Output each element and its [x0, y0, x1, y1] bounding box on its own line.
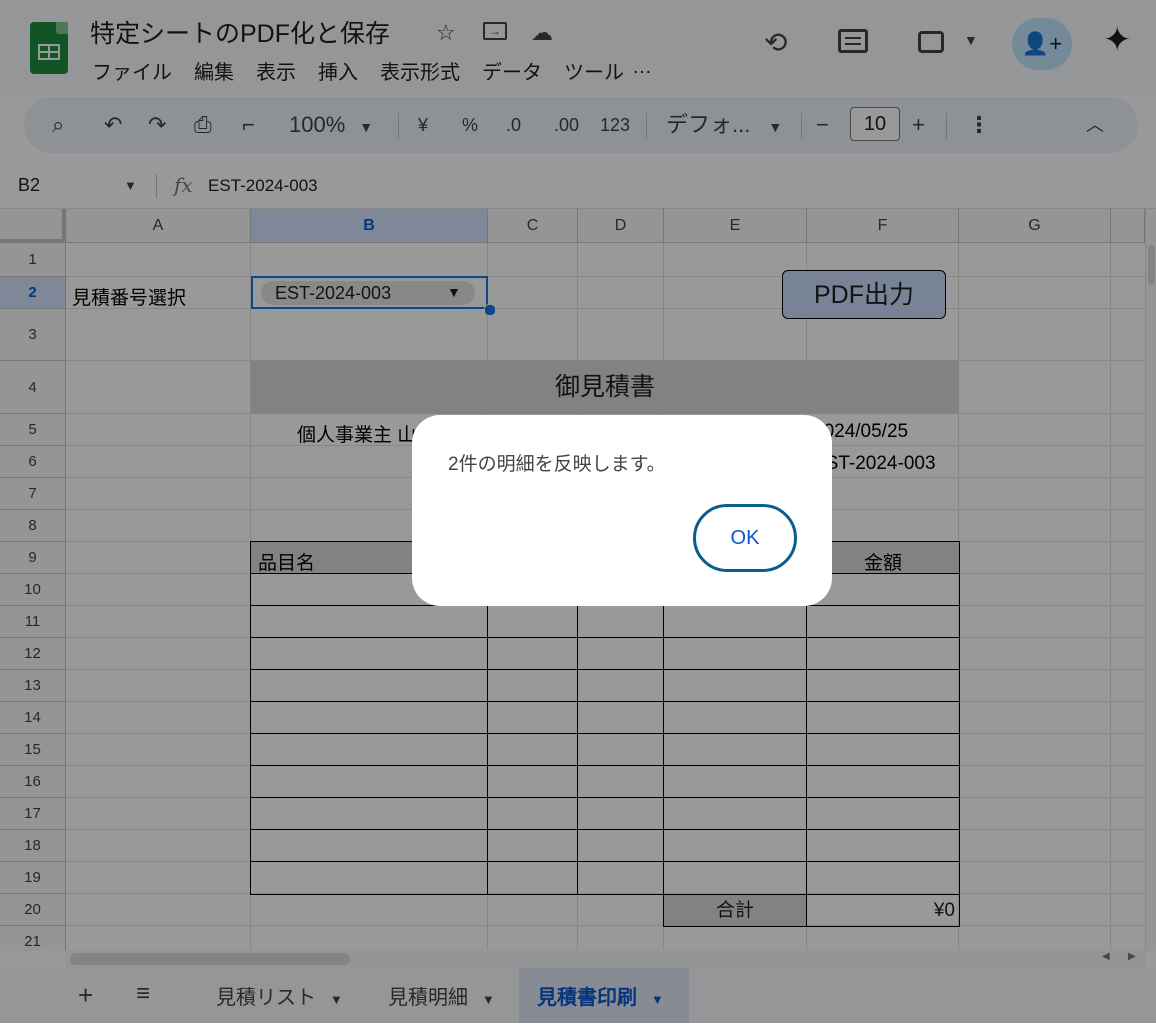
alert-dialog: 2件の明細を反映します。 OK	[412, 415, 832, 606]
ok-button[interactable]: OK	[693, 504, 797, 572]
dialog-message: 2件の明細を反映します。	[448, 454, 666, 475]
